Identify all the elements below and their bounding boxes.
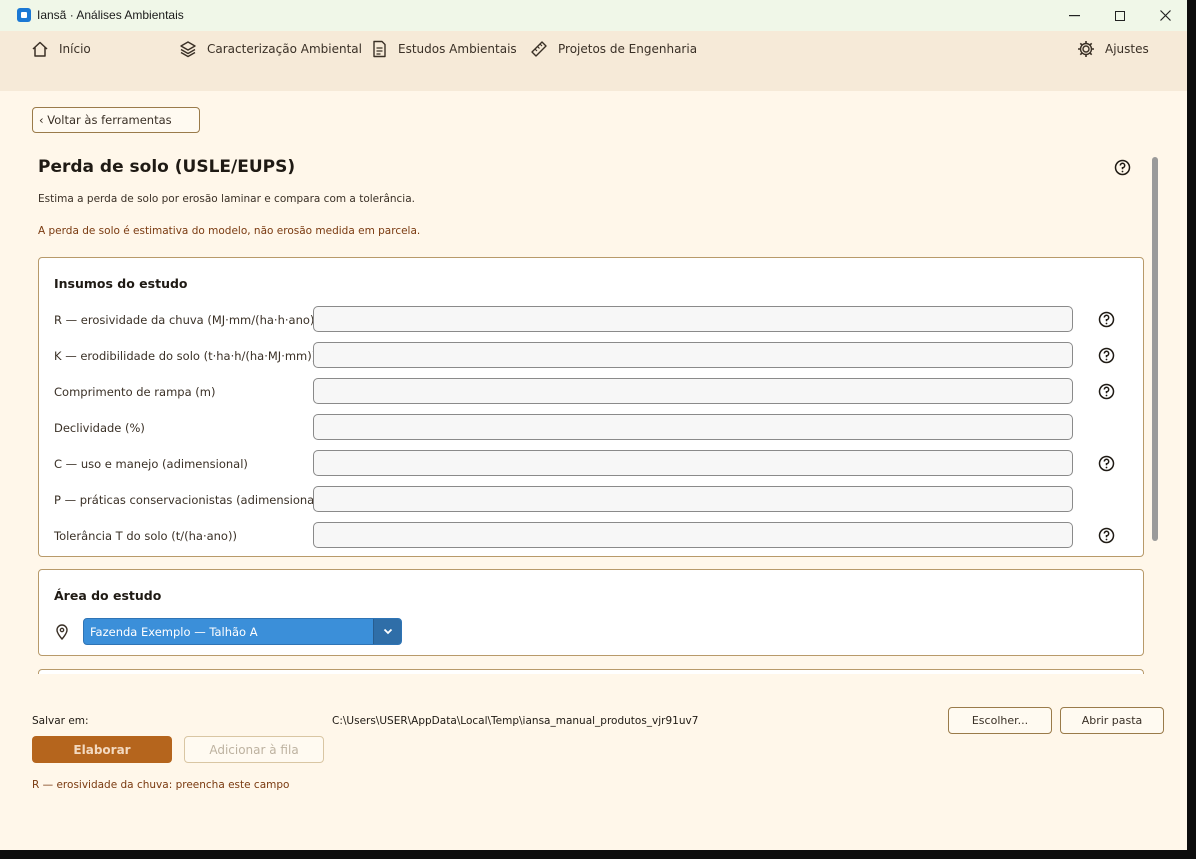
field-label: C — uso e manejo (adimensional)	[54, 457, 248, 471]
ruler-icon	[531, 41, 547, 57]
back-button[interactable]: ‹ Voltar às ferramentas	[32, 107, 200, 133]
area-select-toggle[interactable]	[373, 619, 401, 644]
help-icon[interactable]	[1114, 159, 1131, 176]
nav-item-estudos[interactable]: Estudos Ambientais	[371, 39, 517, 59]
choose-folder-button[interactable]: Escolher...	[948, 707, 1052, 734]
nav-item-projetos[interactable]: Projetos de Engenharia	[530, 39, 697, 59]
nav-label: Início	[59, 42, 91, 56]
help-icon[interactable]	[1098, 527, 1115, 544]
maximize-button[interactable]	[1097, 0, 1143, 31]
area-card-title: Área do estudo	[54, 588, 162, 603]
help-icon[interactable]	[1098, 383, 1115, 400]
help-icon[interactable]	[1098, 311, 1115, 328]
field-row-declividade: Declividade (%)	[54, 414, 1134, 442]
inputs-card-title: Insumos do estudo	[54, 276, 188, 291]
field-label: Comprimento de rampa (m)	[54, 385, 216, 399]
field-row-c: C — uso e manejo (adimensional)	[54, 450, 1134, 478]
field-row-r: R — erosividade da chuva (MJ·mm/(ha·h·an…	[54, 306, 1134, 334]
open-folder-button[interactable]: Abrir pasta	[1060, 707, 1164, 734]
close-icon	[1159, 10, 1171, 21]
title-bar: Iansã · Análises Ambientais	[0, 0, 1187, 31]
validation-error: R — erosividade da chuva: preencha este …	[32, 779, 290, 791]
field-row-p: P — práticas conservacionistas (adimensi…	[54, 486, 1134, 514]
elaborar-button[interactable]: Elaborar	[32, 736, 172, 763]
area-select[interactable]: Fazenda Exemplo — Talhão A	[83, 618, 402, 645]
nav-label: Caracterização Ambiental	[207, 42, 362, 56]
model-warning: A perda de solo é estimativa do modelo, …	[38, 225, 421, 237]
minimize-button[interactable]	[1051, 0, 1097, 31]
field-label: K — erodibilidade do solo (t·ha·h/(ha·MJ…	[54, 349, 317, 363]
maximize-icon	[1115, 10, 1125, 21]
home-icon	[32, 41, 48, 57]
add-to-queue-button[interactable]: Adicionar à fila	[184, 736, 324, 763]
scroll-clip	[0, 674, 1187, 692]
nav-label: Estudos Ambientais	[398, 42, 517, 56]
page-subtitle: Estima a perda de solo por erosão lamina…	[38, 193, 415, 205]
area-card: Área do estudo Fazenda Exemplo — Talhão …	[38, 569, 1144, 656]
window-title: Iansã · Análises Ambientais	[37, 8, 184, 22]
field-label: P — práticas conservacionistas (adimensi…	[54, 493, 322, 507]
field-row-tolerancia: Tolerância T do solo (t/(ha·ano))	[54, 522, 1134, 550]
k-erodibilidade-input[interactable]	[313, 342, 1073, 368]
nav-item-caracterizacao[interactable]: Caracterização Ambiental	[179, 39, 362, 59]
nav-item-inicio[interactable]: Início	[31, 39, 91, 59]
save-label: Salvar em:	[32, 715, 89, 727]
gear-icon	[1078, 41, 1094, 57]
save-path: C:\Users\USER\AppData\Local\Temp\iansa_m…	[332, 715, 699, 727]
nav-label: Ajustes	[1105, 42, 1149, 56]
p-praticas-input[interactable]	[313, 486, 1073, 512]
declividade-input[interactable]	[313, 414, 1073, 440]
app-logo-icon	[17, 8, 31, 22]
tolerancia-input[interactable]	[313, 522, 1073, 548]
field-label: Tolerância T do solo (t/(ha·ano))	[54, 529, 237, 543]
nav-label: Projetos de Engenharia	[558, 42, 698, 56]
chevron-down-icon	[383, 628, 392, 635]
main-content: ‹ Voltar às ferramentas Perda de solo (U…	[0, 91, 1187, 850]
field-row-k: K — erodibilidade do solo (t·ha·h/(ha·MJ…	[54, 342, 1134, 370]
r-erosividade-input[interactable]	[313, 306, 1073, 332]
minimize-icon	[1068, 14, 1080, 16]
app-window: Iansã · Análises Ambientais Início Carac…	[0, 0, 1187, 850]
area-select-value: Fazenda Exemplo — Talhão A	[90, 625, 258, 639]
field-label: R — erosividade da chuva (MJ·mm/(ha·h·an…	[54, 313, 319, 327]
help-icon[interactable]	[1098, 455, 1115, 472]
scrollbar-thumb[interactable]	[1152, 157, 1158, 541]
document-icon	[373, 40, 386, 58]
layers-icon	[180, 41, 196, 58]
field-label: Declividade (%)	[54, 421, 145, 435]
close-button[interactable]	[1142, 0, 1187, 31]
top-nav: Início Caracterização Ambiental Estudos …	[0, 31, 1187, 91]
c-uso-manejo-input[interactable]	[313, 450, 1073, 476]
help-icon[interactable]	[1098, 347, 1115, 364]
inputs-card: Insumos do estudo R — erosividade da chu…	[38, 257, 1144, 557]
nav-item-ajustes[interactable]: Ajustes	[1077, 39, 1149, 59]
page-title: Perda de solo (USLE/EUPS)	[38, 157, 296, 177]
field-row-rampa: Comprimento de rampa (m)	[54, 378, 1134, 406]
map-pin-icon	[56, 624, 68, 640]
comprimento-rampa-input[interactable]	[313, 378, 1073, 404]
